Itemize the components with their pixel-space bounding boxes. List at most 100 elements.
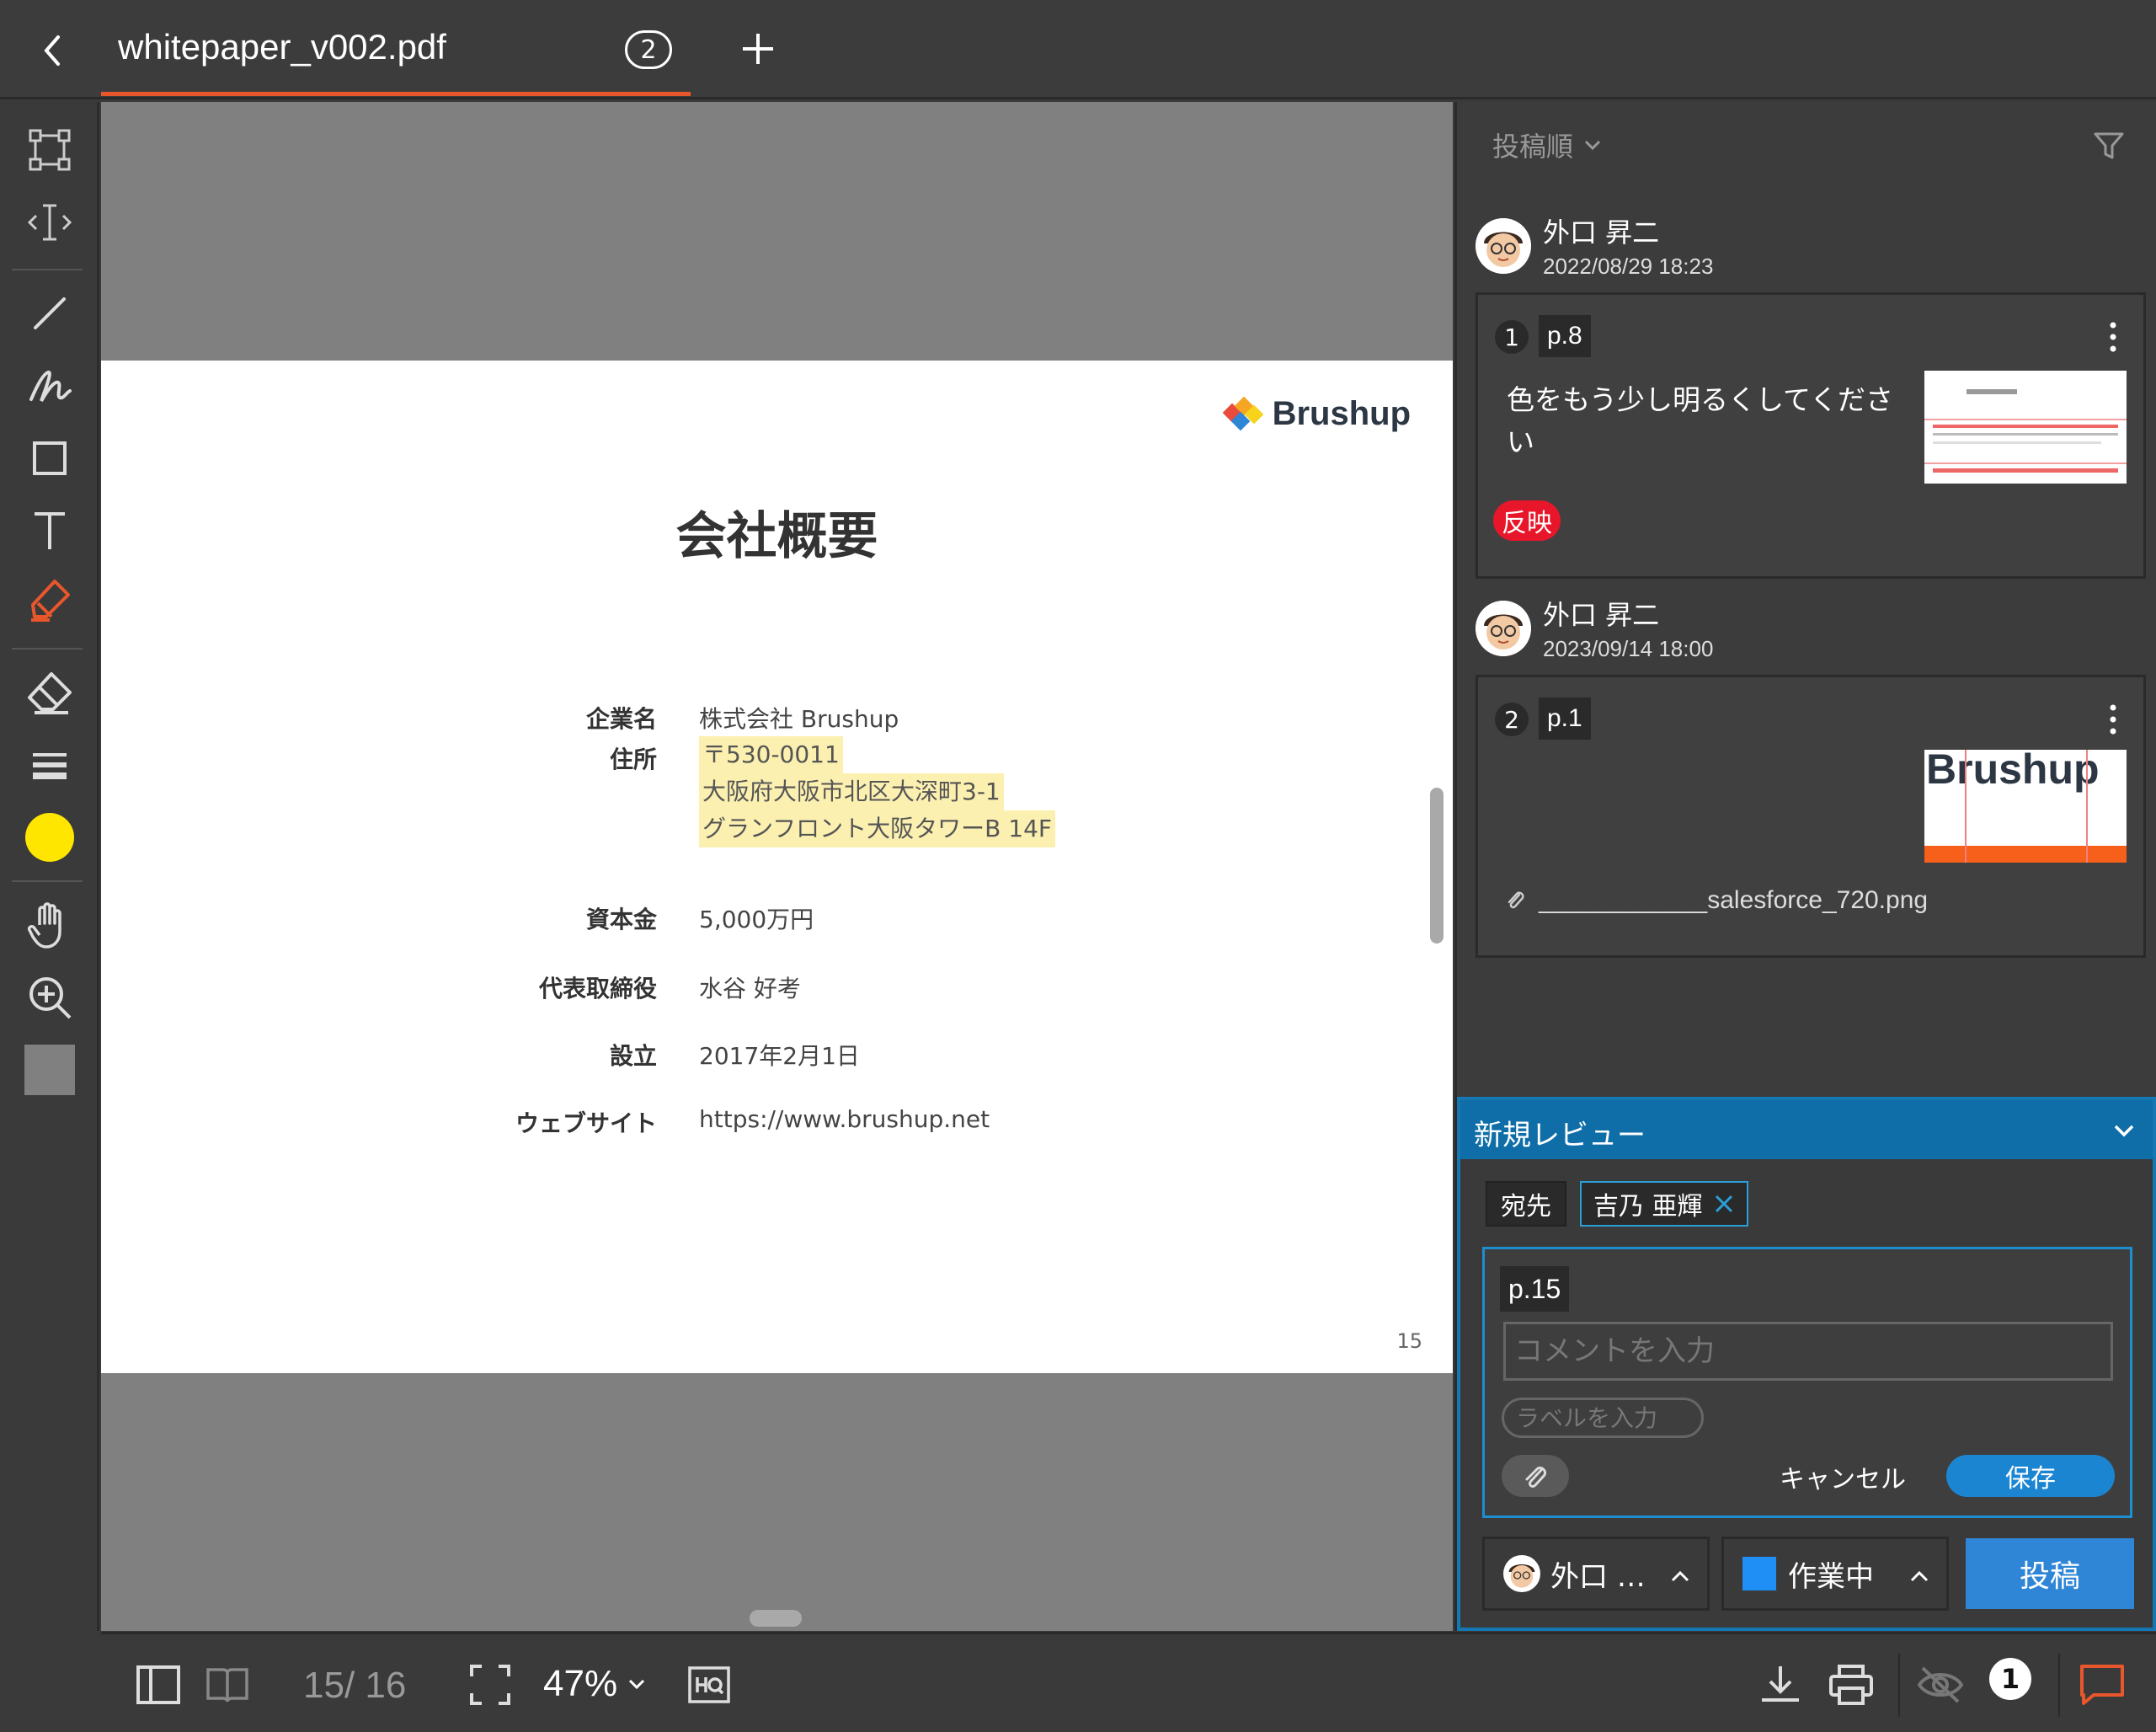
avatar (1476, 217, 1531, 274)
text-tool[interactable] (20, 501, 79, 560)
face-avatar-icon (1476, 217, 1531, 274)
version-badge[interactable]: 2 (625, 30, 672, 69)
spread-view-button[interactable] (200, 1658, 254, 1712)
text-select-tool[interactable] (20, 193, 79, 252)
comment-thumbnail[interactable]: Brushup (1924, 750, 2127, 863)
row-label: 住所 (609, 746, 657, 773)
thumbnail-guide (1965, 750, 1967, 863)
freehand-tool[interactable] (20, 356, 79, 415)
row-label: 代表取締役 (538, 975, 657, 1002)
page-indicator[interactable]: 15/ 16 (303, 1665, 406, 1707)
row-label: ウェブサイト (515, 1109, 657, 1137)
comment-number: 2 (1495, 703, 1529, 736)
status-name: 作業中 (1788, 1559, 1874, 1594)
more-vertical-icon[interactable] (2108, 703, 2118, 736)
comment-input[interactable] (1503, 1322, 2113, 1381)
notification-badge[interactable]: 1 (1989, 1658, 2031, 1700)
line-width-tool[interactable] (20, 735, 79, 794)
vertical-scrollbar[interactable] (1430, 788, 1444, 944)
highlighter-tool[interactable] (20, 570, 79, 629)
brand-logo: Brushup (1220, 394, 1411, 433)
book-icon (206, 1668, 248, 1703)
close-icon[interactable] (1713, 1193, 1735, 1215)
comments-toggle-button[interactable] (2075, 1658, 2129, 1712)
eraser-tool[interactable] (20, 663, 79, 722)
thumbnail-bar (1924, 846, 2127, 863)
thumbnail-brand-text: Brushup (1926, 750, 2100, 793)
more-vertical-icon[interactable] (2108, 320, 2118, 354)
row-value: 株式会社 Brushup (699, 705, 899, 733)
print-button[interactable] (1824, 1658, 1878, 1712)
rectangle-icon (33, 441, 67, 475)
row-value: 5,000万円 (699, 906, 814, 933)
status-tag[interactable]: 反映 (1493, 500, 1561, 541)
hide-annotations-button[interactable] (1913, 1658, 1967, 1712)
highlighted-text: グランフロント大阪タワーB 14F (699, 810, 1056, 847)
comment-card[interactable]: 2 p.1 Brushup ____________salesforce_720… (1476, 675, 2146, 958)
zoom-dropdown[interactable]: 47% (543, 1663, 646, 1705)
highlighter-icon (31, 580, 70, 622)
color-picker[interactable] (20, 808, 79, 867)
save-button[interactable]: 保存 (1946, 1455, 2115, 1497)
comment-number: 1 (1495, 320, 1529, 354)
file-tab[interactable]: whitepaper_v002.pdf 2 (101, 0, 691, 96)
sort-label: 投稿順 (1492, 131, 1574, 163)
toolbar-divider (12, 269, 83, 270)
recipient-chip[interactable]: 吉乃 亜輝 (1580, 1181, 1748, 1227)
highlighted-text: 大阪府大阪市北区大深町3-1 (699, 773, 1004, 810)
select-area-tool[interactable] (20, 120, 79, 179)
chevron-down-icon[interactable] (2111, 1117, 2137, 1144)
chevron-left-icon (44, 35, 60, 66)
background-swatch[interactable] (20, 1040, 79, 1099)
pan-tool[interactable] (20, 895, 79, 954)
bottom-bar: 15/ 16 47% 1 (101, 1632, 2156, 1732)
hq-toggle-button[interactable] (682, 1658, 736, 1712)
assignee-name: 外口 … (1550, 1559, 1646, 1594)
row-label: 設立 (609, 1042, 657, 1070)
line-icon (34, 297, 66, 329)
fit-page-button[interactable] (463, 1658, 517, 1712)
download-button[interactable] (1753, 1658, 1807, 1712)
hq-icon (688, 1666, 730, 1703)
pdf-page[interactable]: Brushup 会社概要 企業名 株式会社 Brushup 住所 〒530-00… (101, 361, 1453, 1373)
bottom-divider (1898, 1653, 1900, 1717)
page-link[interactable]: p.1 (1539, 698, 1591, 740)
attachment-filename: ____________salesforce_720.png (1539, 886, 1929, 914)
attach-button[interactable] (1502, 1455, 1569, 1497)
post-button[interactable]: 投稿 (1966, 1538, 2134, 1609)
gray-square-icon (24, 1045, 75, 1095)
text-cursor-icon (27, 204, 72, 241)
zoom-tool[interactable] (20, 968, 79, 1027)
page-link[interactable]: p.8 (1539, 315, 1591, 357)
sidebar-toggle-button[interactable] (131, 1658, 185, 1712)
address-value: 〒530-0011 大阪府大阪市北区大深町3-1 グランフロント大阪タワーB 1… (699, 736, 1056, 847)
comment-date: 2023/09/14 18:00 (1543, 636, 1714, 661)
label-input[interactable] (1502, 1398, 1704, 1438)
comment-card[interactable]: 1 p.8 色をもう少し明るくしてください 反映 (1476, 292, 2146, 579)
sort-dropdown[interactable]: 投稿順 (1492, 126, 1602, 164)
eye-off-icon (1917, 1666, 1964, 1703)
tab-title: whitepaper_v002.pdf (118, 27, 446, 67)
horizontal-scrollbar[interactable] (750, 1610, 802, 1627)
attachment-link[interactable]: ____________salesforce_720.png (1505, 886, 1928, 915)
chevron-down-icon (629, 1679, 645, 1690)
paperclip-icon (1525, 1466, 1547, 1488)
status-select[interactable]: 作業中 (1721, 1537, 1949, 1611)
add-tab-button[interactable] (731, 25, 785, 72)
line-width-icon (33, 753, 67, 779)
cancel-button[interactable]: キャンセル (1780, 1458, 1906, 1495)
printer-icon (1829, 1665, 1873, 1705)
assignee-select[interactable]: 外口 … (1482, 1537, 1710, 1611)
avatar (1476, 600, 1531, 656)
line-tool[interactable] (20, 284, 79, 343)
rectangle-tool[interactable] (20, 429, 79, 488)
page-number: 15 (1396, 1329, 1422, 1353)
filter-icon[interactable] (2092, 129, 2126, 163)
document-canvas[interactable]: Brushup 会社概要 企業名 株式会社 Brushup 住所 〒530-00… (101, 102, 1453, 1631)
comment-thumbnail[interactable] (1924, 371, 2127, 484)
comment-author: 外口 昇二 2022/08/29 18:23 (1476, 211, 1713, 280)
text-t-icon (35, 512, 65, 549)
back-button[interactable] (25, 24, 79, 78)
review-header[interactable]: 新規レビュー (1460, 1100, 2153, 1159)
sidebar-icon (136, 1665, 180, 1704)
